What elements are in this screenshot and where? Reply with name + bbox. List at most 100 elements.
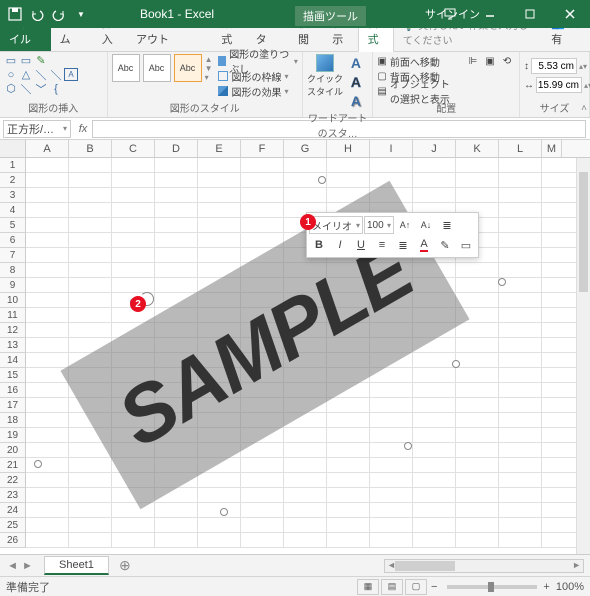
shape-circle-icon[interactable]: ○ bbox=[4, 68, 18, 81]
col-header[interactable]: H bbox=[327, 140, 370, 157]
col-header[interactable]: J bbox=[413, 140, 456, 157]
selection-handle[interactable] bbox=[498, 278, 506, 286]
row-header[interactable]: 3 bbox=[0, 188, 26, 203]
close-button[interactable] bbox=[550, 0, 590, 28]
row-header[interactable]: 4 bbox=[0, 203, 26, 218]
vscroll-thumb[interactable] bbox=[579, 172, 588, 292]
wordart-fill-icon[interactable]: A bbox=[347, 54, 365, 72]
col-header[interactable]: I bbox=[370, 140, 413, 157]
col-header[interactable]: K bbox=[456, 140, 499, 157]
row-header[interactable]: 1 bbox=[0, 158, 26, 173]
row-header[interactable]: 6 bbox=[0, 233, 26, 248]
row-header[interactable]: 21 bbox=[0, 458, 26, 473]
save-icon[interactable] bbox=[6, 5, 24, 23]
shape-tri-icon[interactable]: △ bbox=[19, 68, 33, 81]
name-box[interactable]: 正方形/…▾ bbox=[3, 120, 71, 138]
quick-styles-label[interactable]: クイック スタイル bbox=[307, 72, 343, 98]
row-header[interactable]: 8 bbox=[0, 263, 26, 278]
horizontal-scrollbar[interactable]: ◄► bbox=[384, 559, 584, 573]
row-header[interactable]: 15 bbox=[0, 368, 26, 383]
row-header[interactable]: 22 bbox=[0, 473, 26, 488]
align-icon[interactable]: ⊫ bbox=[465, 54, 481, 68]
shape-line2-icon[interactable]: ＼ bbox=[49, 68, 63, 81]
row-header[interactable]: 12 bbox=[0, 323, 26, 338]
align-left-icon[interactable]: ≡ bbox=[372, 236, 392, 254]
outline-icon[interactable]: ▭ bbox=[456, 236, 476, 254]
font-color-icon[interactable]: A bbox=[414, 236, 434, 254]
row-header[interactable]: 13 bbox=[0, 338, 26, 353]
row-header[interactable]: 2 bbox=[0, 173, 26, 188]
style-preset-1[interactable]: Abc bbox=[112, 54, 140, 82]
zoom-in-icon[interactable]: + bbox=[543, 581, 549, 593]
shapes-gallery[interactable]: ▭▭ ✎ ○△＼＼ A ⬡＼﹀{ bbox=[4, 54, 103, 95]
edit-shape-icon[interactable]: ✎ bbox=[34, 54, 48, 67]
add-sheet-button[interactable]: ⊕ bbox=[115, 557, 135, 574]
style-preset-2[interactable]: Abc bbox=[143, 54, 171, 82]
bullets-icon[interactable]: ≣ bbox=[437, 216, 457, 234]
sheet-tab[interactable]: Sheet1 bbox=[44, 556, 109, 575]
col-header[interactable]: L bbox=[499, 140, 542, 157]
col-header[interactable]: B bbox=[69, 140, 112, 157]
selection-pane[interactable]: ▤オブジェクトの選択と表示 bbox=[377, 84, 459, 98]
wordart-outline-icon[interactable]: A bbox=[347, 73, 365, 91]
selection-handle[interactable] bbox=[404, 442, 412, 450]
textbox-icon[interactable]: A bbox=[64, 68, 78, 81]
undo-icon[interactable] bbox=[28, 5, 46, 23]
shape-line-icon[interactable]: ＼ bbox=[34, 68, 48, 81]
selection-handle[interactable] bbox=[34, 460, 42, 468]
col-header[interactable]: F bbox=[241, 140, 284, 157]
align-center-icon[interactable]: ≣ bbox=[393, 236, 413, 254]
collapse-ribbon-icon[interactable]: ˄ bbox=[581, 103, 587, 114]
selection-handle[interactable] bbox=[452, 360, 460, 368]
quick-style-icon[interactable] bbox=[316, 54, 334, 72]
zoom-out-icon[interactable]: − bbox=[431, 581, 437, 593]
redo-icon[interactable] bbox=[50, 5, 68, 23]
next-sheet-icon[interactable]: ► bbox=[22, 560, 33, 572]
selection-handle[interactable] bbox=[220, 508, 228, 516]
prev-sheet-icon[interactable]: ◄ bbox=[7, 560, 18, 572]
zoom-slider[interactable] bbox=[447, 585, 537, 589]
row-header[interactable]: 19 bbox=[0, 428, 26, 443]
row-header[interactable]: 7 bbox=[0, 248, 26, 263]
qat-dropdown-icon[interactable]: ▼ bbox=[72, 5, 90, 23]
shrink-font-icon[interactable]: A↓ bbox=[416, 216, 436, 234]
shape-poly-icon[interactable]: ⬡ bbox=[4, 82, 18, 95]
select-all-corner[interactable] bbox=[0, 140, 26, 157]
grow-font-icon[interactable]: A↑ bbox=[395, 216, 415, 234]
row-header[interactable]: 11 bbox=[0, 308, 26, 323]
row-header[interactable]: 14 bbox=[0, 353, 26, 368]
row-header[interactable]: 17 bbox=[0, 398, 26, 413]
row-header[interactable]: 9 bbox=[0, 278, 26, 293]
bold-button[interactable]: B bbox=[309, 236, 329, 254]
col-header[interactable]: G bbox=[284, 140, 327, 157]
col-header[interactable]: A bbox=[26, 140, 69, 157]
row-header[interactable]: 18 bbox=[0, 413, 26, 428]
shape-outline[interactable]: 図形の枠線▾ bbox=[218, 69, 297, 83]
underline-button[interactable]: U bbox=[351, 236, 371, 254]
shape-width-input[interactable] bbox=[536, 77, 582, 93]
group-icon[interactable]: ▣ bbox=[482, 54, 498, 68]
row-header[interactable]: 20 bbox=[0, 443, 26, 458]
minimize-button[interactable] bbox=[470, 0, 510, 28]
selection-handle[interactable] bbox=[318, 176, 326, 184]
shape-rect2-icon[interactable]: ▭ bbox=[19, 54, 33, 67]
worksheet-grid[interactable]: A B C D E F G H I J K L M 12345678910111… bbox=[0, 140, 590, 554]
fx-icon[interactable]: fx bbox=[74, 123, 92, 135]
bring-forward[interactable]: ▣前面へ移動 bbox=[377, 54, 459, 68]
italic-button[interactable]: I bbox=[330, 236, 350, 254]
col-header[interactable]: E bbox=[198, 140, 241, 157]
row-header[interactable]: 16 bbox=[0, 383, 26, 398]
shape-rect-icon[interactable]: ▭ bbox=[4, 54, 18, 67]
row-header[interactable]: 23 bbox=[0, 488, 26, 503]
row-header[interactable]: 26 bbox=[0, 533, 26, 548]
col-header[interactable]: M bbox=[542, 140, 562, 157]
row-header[interactable]: 25 bbox=[0, 518, 26, 533]
wordart-effects-icon[interactable]: A bbox=[347, 92, 365, 110]
col-header[interactable]: D bbox=[155, 140, 198, 157]
shape-height-input[interactable] bbox=[531, 58, 577, 74]
sheet-nav[interactable]: ◄► bbox=[0, 560, 40, 572]
shape-effects[interactable]: 図形の効果▾ bbox=[218, 84, 297, 98]
mini-size-select[interactable]: 100▾ bbox=[364, 216, 394, 234]
styles-icon[interactable]: ✎ bbox=[435, 236, 455, 254]
zoom-level[interactable]: 100% bbox=[556, 581, 584, 593]
